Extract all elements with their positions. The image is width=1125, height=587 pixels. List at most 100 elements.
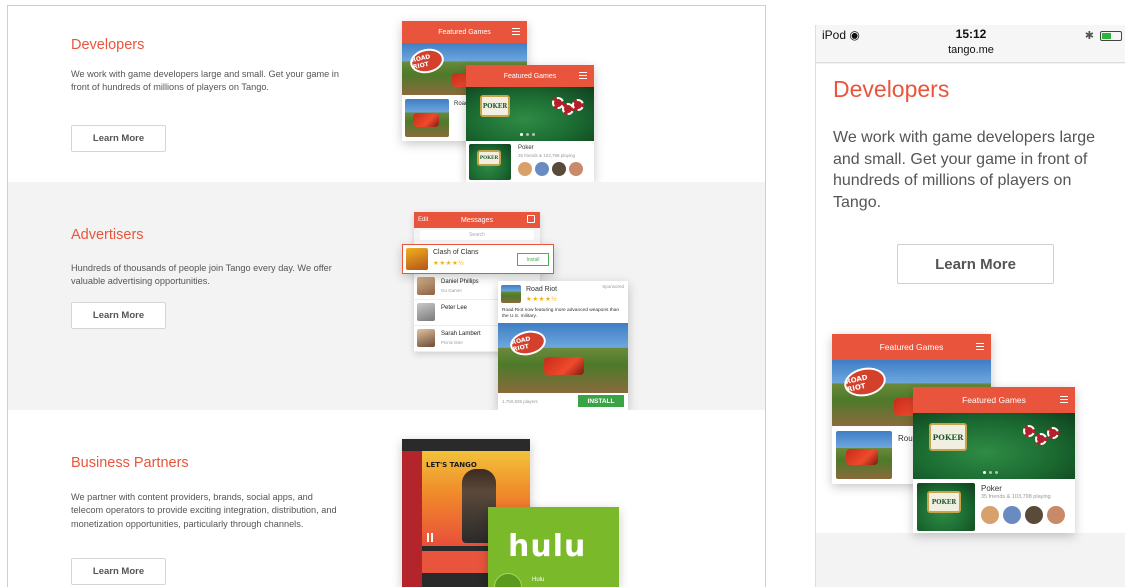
contact-avatar [417, 303, 435, 321]
contact-preview: Go Game! [441, 288, 462, 293]
friend-avatar[interactable] [535, 162, 549, 176]
messages-title: Messages [461, 216, 493, 224]
friend-avatar[interactable] [1003, 506, 1021, 524]
screenshot-root: Developers We work with game developers … [0, 0, 1125, 587]
business-partners-learn-more-button[interactable]: Learn More [71, 558, 166, 585]
menu-icon[interactable] [512, 28, 520, 35]
mobile-developers-description: We work with game developers large and s… [833, 129, 1096, 211]
promo-rating-stars: ★★★★½ [526, 296, 558, 303]
road-riot-promo-card: Road Riot Sponsored ★★★★½ Road Riot now … [498, 281, 628, 410]
game-row-subtitle: 35 friends & 103,798 playing [518, 153, 576, 158]
race-car-image [544, 357, 584, 375]
featured-games-header-label: Featured Games [438, 28, 491, 36]
hulu-play-icon[interactable] [494, 573, 522, 587]
advertisers-title: Advertisers [71, 227, 144, 243]
featured-games-header: Featured Games [466, 65, 594, 87]
menu-icon[interactable] [579, 72, 587, 79]
hulu-tile[interactable]: hulu Hulu [488, 507, 619, 587]
game-row[interactable]: POKER Poker 35 friends & 103,798 playing [466, 141, 594, 182]
status-time: 15:12 [955, 27, 987, 41]
poker-banner: POKER [466, 87, 594, 141]
battery-icon [1100, 30, 1122, 41]
race-car-image [846, 449, 878, 465]
road-riot-thumbnail [836, 431, 892, 479]
road-riot-logo: ROAD RIOT [507, 327, 549, 359]
road-riot-logo: ROAD RIOT [407, 45, 447, 77]
friend-avatar[interactable] [552, 162, 566, 176]
featured-games-header: Featured Games [913, 387, 1075, 413]
carousel-dots[interactable] [983, 471, 998, 474]
promo-player-count: 1,750,835 players [502, 399, 538, 404]
developers-section: Developers We work with game developers … [8, 6, 765, 182]
featured-games-header-label: Featured Games [503, 72, 557, 80]
game-row-title: Rou [898, 434, 913, 443]
business-partners-title: Business Partners [71, 455, 189, 471]
contact-name: Peter Lee [441, 305, 468, 311]
featured-games-header: Featured Games [402, 21, 527, 43]
mobile-featured-games-card-front: Featured Games POKER POKER Poker 35 frie… [913, 387, 1075, 533]
play-pause-icon[interactable] [427, 533, 433, 542]
promo-install-button[interactable]: INSTALL [578, 395, 624, 407]
featured-games-card-front: Featured Games POKER POKER Poker 35 frie… [466, 65, 594, 182]
sponsored-ad-row[interactable]: Clash of Clans ★★★★½ Install [402, 244, 554, 274]
poker-logo: POKER [927, 491, 961, 513]
friend-avatar[interactable] [569, 162, 583, 176]
poker-banner: POKER [913, 413, 1075, 479]
menu-icon[interactable] [976, 343, 984, 350]
bluetooth-icon: ✱ [1084, 30, 1094, 42]
race-car-image [413, 113, 439, 127]
contact-name: Daniel Phillips [441, 279, 479, 285]
contact-avatar [417, 277, 435, 295]
status-indicators: ✱ [1085, 29, 1122, 42]
road-riot-thumbnail [405, 99, 449, 137]
contact-avatar [417, 329, 435, 347]
mobile-developers-section: Developers We work with game developers … [816, 64, 1125, 533]
carousel-dots[interactable] [520, 133, 535, 136]
contact-name: Sarah Lambert [441, 331, 481, 337]
hulu-caption: Hulu [532, 577, 545, 583]
mobile-status-bar: iPod ◉ 15:12 tango.me ✱ [816, 25, 1125, 63]
poker-logo: POKER [477, 150, 501, 166]
edit-link[interactable]: Edit [418, 217, 428, 223]
advertisers-description: Hundreds of thousands of people join Tan… [71, 263, 332, 287]
advertisers-learn-more-button[interactable]: Learn More [71, 302, 166, 329]
search-input[interactable]: Search [420, 230, 534, 240]
ad-install-button[interactable]: Install [517, 253, 549, 266]
game-row-title: Poker [981, 484, 1002, 493]
poker-thumbnail: POKER [469, 144, 511, 180]
friend-avatar[interactable] [981, 506, 999, 524]
menu-icon[interactable] [1060, 396, 1068, 403]
featured-games-header: Featured Games [832, 334, 991, 360]
game-row-title: Poker [518, 145, 534, 151]
desktop-page: Developers We work with game developers … [7, 5, 766, 587]
contact-preview: Picnic time [441, 340, 463, 345]
ad-app-name: Clash of Clans [433, 249, 479, 256]
ad-rating-stars: ★★★★½ [433, 260, 465, 267]
mobile-learn-more-button[interactable]: Learn More [897, 244, 1054, 284]
video-title: LET'S TANGO [426, 461, 477, 469]
developers-learn-more-button[interactable]: Learn More [71, 125, 166, 152]
compose-icon[interactable] [527, 215, 535, 223]
friend-avatar[interactable] [518, 162, 532, 176]
poker-logo: POKER [480, 95, 510, 117]
poker-thumbnail: POKER [917, 483, 975, 531]
business-partners-section: Business Partners We partner with conten… [8, 410, 765, 587]
poker-logo: POKER [929, 423, 967, 451]
messages-header: Edit Messages [414, 212, 540, 228]
road-riot-icon [501, 285, 521, 303]
developers-description: We work with game developers large and s… [71, 69, 339, 93]
advertisers-section: Advertisers Hundreds of thousands of peo… [8, 182, 765, 410]
mobile-developers-title: Developers [833, 76, 950, 102]
featured-games-header-label: Featured Games [962, 395, 1026, 405]
featured-games-header-label: Featured Games [879, 342, 944, 352]
promo-description: Road Riot now featuring more advanced we… [502, 308, 620, 319]
road-riot-logo: ROAD RIOT [841, 363, 889, 401]
road-riot-banner[interactable]: ROAD RIOT [498, 323, 628, 393]
search-bar: Search [414, 228, 540, 242]
friend-avatar[interactable] [1025, 506, 1043, 524]
game-row[interactable]: POKER Poker 35 friends & 103,798 playing [913, 479, 1075, 533]
friend-avatar[interactable] [1047, 506, 1065, 524]
promo-sponsored-tag: Sponsored [602, 284, 624, 289]
address-bar-url[interactable]: tango.me [816, 44, 1125, 56]
mobile-page: iPod ◉ 15:12 tango.me ✱ Developers We wo… [815, 25, 1125, 587]
